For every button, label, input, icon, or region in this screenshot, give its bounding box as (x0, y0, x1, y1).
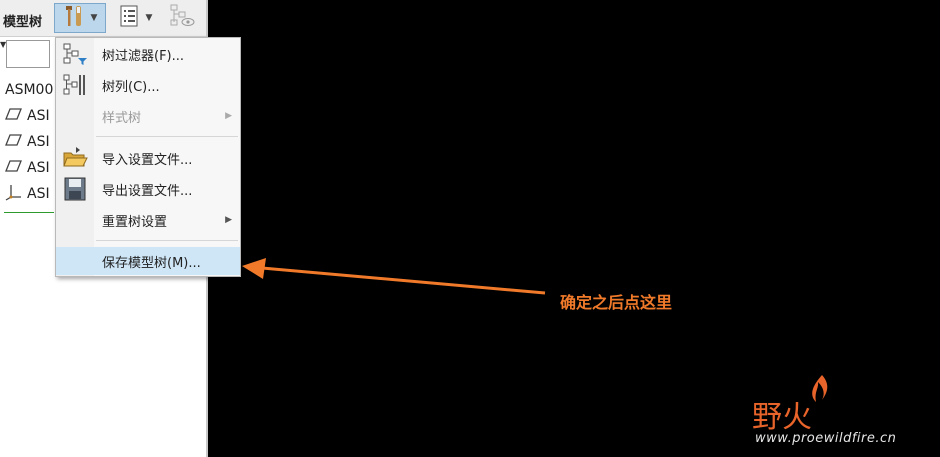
annotation-arrow (242, 258, 546, 295)
annotation-text: 确定之后点这里 (560, 293, 673, 312)
watermark-logo-text: 野火 (752, 400, 812, 435)
watermark-url: www.proewildfire.cn (755, 431, 897, 446)
annotation-arrow-shaft (261, 266, 546, 295)
annotation-arrow-head (242, 258, 266, 279)
